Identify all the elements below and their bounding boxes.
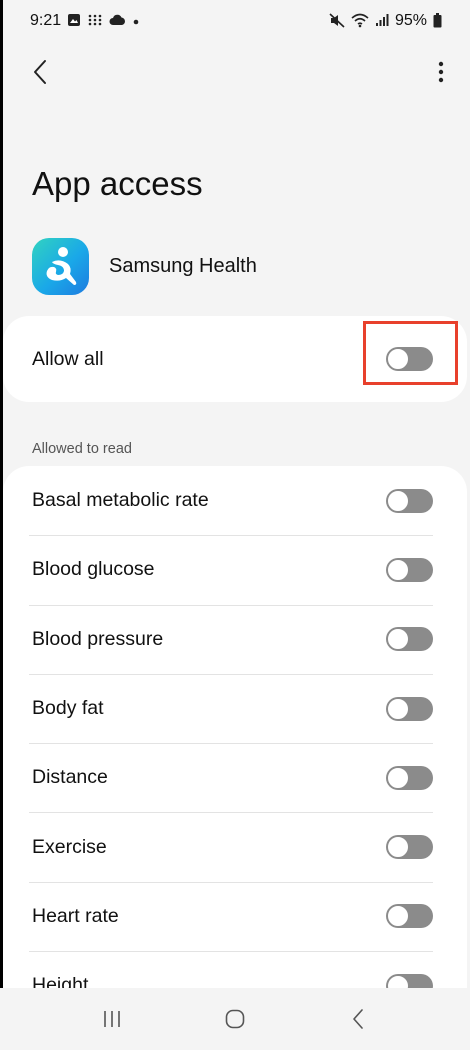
permission-toggle[interactable]	[386, 696, 433, 721]
permission-row-exercise[interactable]: Exercise	[3, 812, 467, 881]
toggle-knob	[387, 836, 409, 859]
app-info-row: Samsung Health	[32, 238, 257, 295]
app-name: Samsung Health	[109, 255, 257, 277]
permission-row-body-fat[interactable]: Body fat	[3, 673, 467, 743]
toggle-knob	[387, 489, 409, 512]
highlight-box	[363, 321, 458, 385]
permission-row-blood-glucose[interactable]: Blood glucose	[3, 535, 467, 604]
permission-toggle[interactable]	[386, 627, 433, 652]
more-vertical-icon	[438, 61, 444, 83]
permission-row-blood-pressure[interactable]: Blood pressure	[3, 604, 467, 674]
permission-toggle[interactable]	[386, 488, 433, 513]
back-icon	[353, 1009, 364, 1029]
signal-icon	[375, 13, 389, 29]
toggle-knob	[387, 628, 409, 651]
battery-percent: 95%	[394, 12, 427, 29]
permission-label: Basal metabolic rate	[32, 489, 209, 512]
allow-all-label: Allow all	[32, 347, 104, 370]
permissions-list-card: Basal metabolic rate Blood glucose Blood…	[3, 466, 467, 1050]
dot-icon	[132, 15, 140, 28]
status-right: 95%	[329, 12, 442, 30]
permission-toggle[interactable]	[386, 765, 433, 790]
chevron-left-icon	[34, 60, 46, 84]
toggle-knob	[387, 558, 409, 581]
status-left: 9:21	[30, 12, 140, 30]
more-options-button[interactable]	[426, 54, 456, 90]
permission-label: Distance	[32, 766, 108, 789]
permission-label: Blood pressure	[32, 627, 164, 650]
permission-toggle[interactable]	[386, 557, 433, 582]
mute-icon	[329, 12, 345, 30]
page-title: App access	[32, 165, 203, 202]
permission-label: Body fat	[32, 697, 104, 720]
top-app-bar	[0, 48, 470, 98]
toggle-knob	[387, 766, 409, 789]
permission-label: Heart rate	[32, 904, 119, 927]
status-time: 9:21	[30, 12, 62, 29]
samsung-health-icon	[32, 238, 89, 295]
system-navigation-bar	[0, 988, 470, 1050]
wifi-icon	[351, 13, 369, 30]
nav-back-button[interactable]	[328, 997, 388, 1041]
back-button[interactable]	[22, 54, 58, 90]
permission-toggle[interactable]	[386, 904, 433, 929]
permission-toggle[interactable]	[386, 835, 433, 860]
permission-row-distance[interactable]: Distance	[3, 743, 467, 812]
app-access-screen: 9:21 95% App access Samsung Health Allow…	[0, 0, 470, 1050]
recents-icon	[103, 1011, 120, 1027]
permission-row-basal-metabolic-rate[interactable]: Basal metabolic rate	[3, 466, 467, 535]
permission-row-heart-rate[interactable]: Heart rate	[3, 881, 467, 951]
gallery-icon	[67, 13, 81, 29]
recents-button[interactable]	[82, 997, 142, 1041]
grid-dots-icon	[87, 13, 103, 29]
home-icon	[225, 1009, 245, 1029]
toggle-knob	[387, 905, 409, 928]
permission-label: Exercise	[32, 835, 107, 858]
section-label-allowed-to-read: Allowed to read	[32, 441, 132, 457]
status-bar: 9:21 95%	[0, 0, 470, 42]
cloud-icon	[109, 14, 126, 28]
permission-label: Blood glucose	[32, 558, 155, 581]
toggle-knob	[387, 697, 409, 720]
battery-icon	[433, 12, 442, 30]
home-button[interactable]	[205, 997, 265, 1041]
